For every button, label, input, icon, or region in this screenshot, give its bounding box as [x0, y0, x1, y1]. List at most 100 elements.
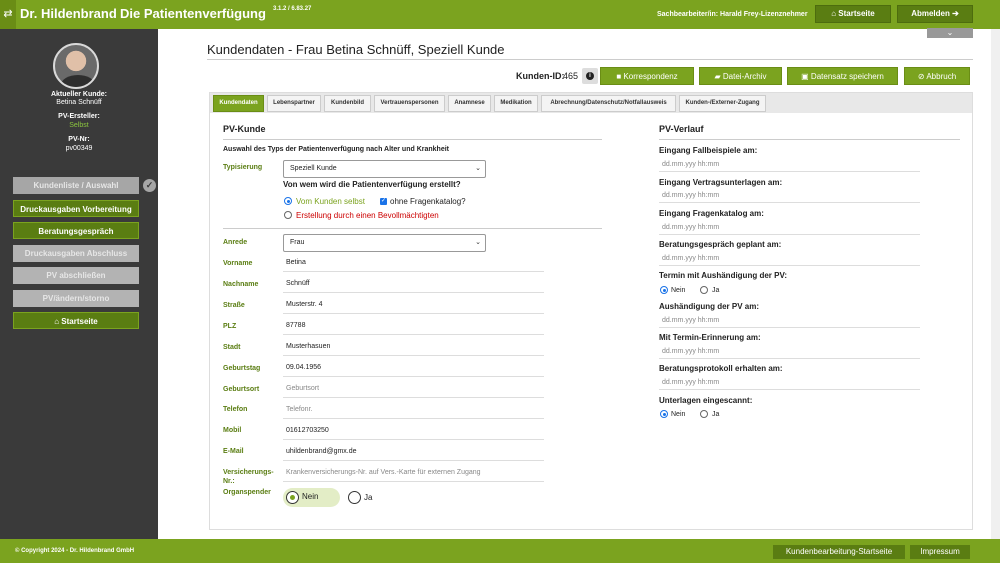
verlauf-beratung-input[interactable]: dd.mm.yyy hh:mm — [659, 251, 920, 266]
anrede-value: Frau — [290, 239, 305, 246]
termin-yes-radio[interactable] — [700, 286, 708, 294]
verlauf-protokoll-input[interactable]: dd.mm.yyy hh:mm — [659, 375, 920, 390]
organspender-label: Organspender — [223, 489, 271, 496]
korrespondenz-button[interactable]: ■ Korrespondenz — [600, 67, 694, 85]
top-bar: ⇄ Dr. Hildenbrand Die Patientenverfügung… — [0, 0, 1000, 29]
pv-kunde-divider — [223, 139, 602, 140]
verlauf-termin-label: Termin mit Aushändigung der PV: — [659, 271, 788, 280]
strasse-field[interactable]: Musterstr. 4 — [283, 296, 544, 314]
sidebar-item-startseite[interactable]: ⌂ Startseite — [13, 312, 139, 329]
vorname-label: Vorname — [223, 260, 253, 267]
sidebar-item-beratungsgespraech[interactable]: Beratungsgespräch — [13, 222, 139, 239]
radio-proxy[interactable] — [284, 211, 292, 219]
app-title: Die Patientenverfügung — [120, 6, 266, 21]
korrespondenz-label: Korrespondenz — [623, 72, 678, 81]
sidebar: Aktueller Kunde: Betina Schnüff PV-Erste… — [0, 29, 158, 539]
anrede-label: Anrede — [223, 239, 248, 246]
copyright-text: © Copyright 2024 - Dr. Hildenbrand GmbH — [15, 548, 135, 554]
tab-kundenbild[interactable]: Kundenbild — [324, 95, 371, 112]
save-button[interactable]: ▣ Datensatz speichern — [787, 67, 898, 85]
verlauf-erinnerung-input[interactable]: dd.mm.yyy hh:mm — [659, 344, 920, 359]
page-scrollbar[interactable] — [991, 29, 1000, 539]
organ-no-option[interactable]: Nein — [283, 488, 340, 507]
tab-kundendaten[interactable]: Kundendaten — [213, 95, 264, 112]
telefon-label: Telefon — [223, 406, 248, 413]
tab-medikation[interactable]: Medikation — [494, 95, 538, 112]
kunden-id-value: 465 — [563, 71, 579, 81]
tab-lebenspartner[interactable]: Lebenspartner — [267, 95, 321, 112]
typisierung-value: Speziell Kunde — [290, 165, 337, 172]
termin-yes-label: Ja — [712, 287, 720, 294]
save-icon: ▣ — [801, 72, 809, 81]
cancel-label: Abbruch — [926, 72, 957, 81]
pv-type-subhead: Auswahl des Typs der Patientenverfügung … — [223, 146, 449, 153]
tab-abrechnung[interactable]: Abrechnung/Datenschutz/Notfallausweis — [541, 95, 676, 112]
anrede-select[interactable]: Frau ⌄ — [283, 234, 486, 252]
organ-no-label: Nein — [302, 492, 319, 501]
footer: © Copyright 2024 - Dr. Hildenbrand GmbH … — [0, 539, 1000, 563]
sidebar-item-pv-aendern: PV/ändern/storno — [13, 290, 139, 307]
save-label: Datensatz speichern — [810, 72, 884, 81]
scan-yes-label: Ja — [712, 411, 720, 418]
sidebar-item-pv-abschliessen: PV abschließen — [13, 267, 139, 284]
brand-name: Dr. Hildenbrand — [20, 6, 117, 21]
verlauf-fallbeispiele-input[interactable]: dd.mm.yyy hh:mm — [659, 157, 920, 172]
sidebar-item-druckausgaben-vorbereitung[interactable]: Druckausgaben Vorbereitung — [13, 200, 139, 217]
collapse-header-button[interactable]: ⌄ — [927, 28, 973, 38]
mobil-field[interactable]: 01612703250 — [283, 422, 544, 440]
page-title: Kundendaten - Frau Betina Schnüff, Spezi… — [207, 42, 505, 57]
tab-bar: Kundendaten Lebenspartner Kundenbild Ver… — [210, 93, 972, 113]
verlauf-aushaendigung-input[interactable]: dd.mm.yyy hh:mm — [659, 313, 920, 328]
sidebar-item-kundenliste[interactable]: Kundenliste / Auswahl — [13, 177, 139, 194]
radio-self[interactable] — [284, 197, 292, 205]
versicherung-field[interactable]: Krankenversicherungs-Nr. auf Vers.-Karte… — [283, 464, 544, 482]
nachname-field[interactable]: Schnüff — [283, 275, 544, 293]
mobil-label: Mobil — [223, 427, 242, 434]
organ-yes-radio[interactable] — [348, 491, 361, 504]
geburtsort-field[interactable]: Geburtsort — [283, 380, 544, 398]
chevron-down-icon: ⌄ — [475, 239, 481, 246]
logout-icon: ➔ — [952, 9, 959, 18]
scan-no-radio[interactable] — [660, 410, 668, 418]
kunden-id-label: Kunden-ID: — [516, 71, 565, 81]
verlauf-fragenkatalog-label: Eingang Fragenkatalog am: — [659, 209, 764, 218]
tab-vertrauenspersonen[interactable]: Vertrauenspersonen — [374, 95, 445, 112]
info-icon[interactable]: i — [582, 68, 598, 84]
radio-proxy-label: Erstellung durch einen Bevollmächtigten — [296, 211, 439, 220]
strasse-label: Straße — [223, 302, 245, 309]
form-divider — [223, 228, 602, 229]
scan-yes-radio[interactable] — [700, 410, 708, 418]
verlauf-eingescannt-label: Unterlagen eingescannt: — [659, 396, 753, 405]
email-field[interactable]: uhildenbrand@gmx.de — [283, 443, 544, 461]
termin-no-radio[interactable] — [660, 286, 668, 294]
current-customer-value: Betina Schnüff — [56, 99, 102, 106]
stadt-field[interactable]: Musterhasuen — [283, 338, 544, 356]
sidebar-item-druckausgaben-abschluss: Druckausgaben Abschluss — [13, 245, 139, 262]
typisierung-select[interactable]: Speziell Kunde ⌄ — [283, 160, 486, 178]
catalog-checkbox[interactable]: ✓ — [380, 198, 387, 205]
verlauf-vertrag-input[interactable]: dd.mm.yyy hh:mm — [659, 188, 920, 203]
organ-no-radio[interactable] — [286, 491, 299, 504]
logout-button[interactable]: Abmelden ➔ — [897, 5, 973, 23]
telefon-field[interactable]: Telefonr. — [283, 401, 544, 419]
check-icon: ✓ — [143, 179, 156, 192]
tab-anamnese[interactable]: Anamnese — [448, 95, 491, 112]
home-icon: ⌂ — [54, 317, 60, 326]
home-button[interactable]: ⌂ Startseite — [815, 5, 891, 23]
verlauf-vertrag-label: Eingang Vertragsunterlagen am: — [659, 178, 783, 187]
tab-externer-zugang[interactable]: Kunden-/Externer-Zugang — [679, 95, 766, 112]
impressum-button[interactable]: Impressum — [910, 545, 970, 559]
pvnr-label: PV-Nr: — [68, 136, 90, 143]
verlauf-fragenkatalog-input[interactable]: dd.mm.yyy hh:mm — [659, 220, 920, 235]
geburtstag-label: Geburtstag — [223, 365, 261, 372]
cancel-button[interactable]: ⊘ Abbruch — [904, 67, 970, 85]
radio-self-label: Vom Kunden selbst — [296, 197, 365, 206]
kundenbearbeitung-startseite-button[interactable]: Kundenbearbeitung-Startseite — [773, 545, 905, 559]
plz-field[interactable]: 87788 — [283, 317, 544, 335]
sidebar-toggle-icon[interactable]: ⇄ — [0, 0, 16, 29]
datei-archiv-button[interactable]: ▰ Datei-Archiv — [699, 67, 782, 85]
geburtstag-field[interactable]: 09.04.1956 — [283, 359, 544, 377]
catalog-checkbox-label: ohne Fragenkatalog? — [390, 197, 466, 206]
vorname-field[interactable]: Betina — [283, 254, 544, 272]
sidebar-item-label: Startseite — [61, 317, 98, 326]
